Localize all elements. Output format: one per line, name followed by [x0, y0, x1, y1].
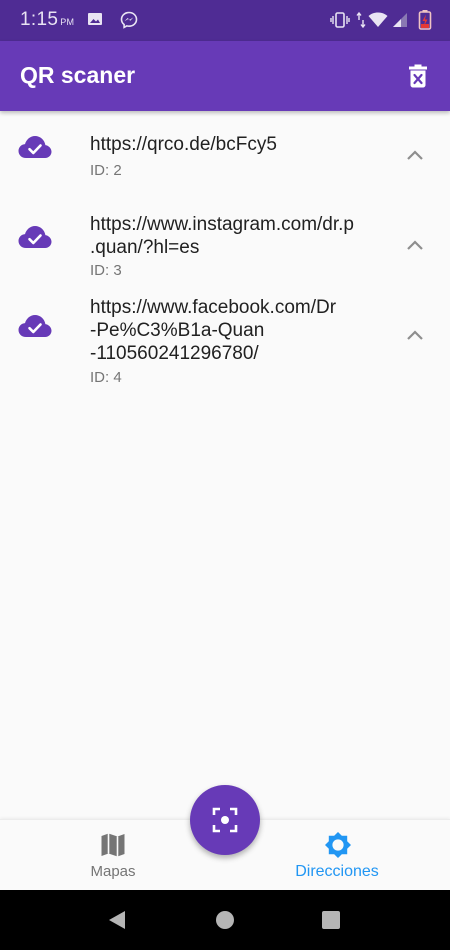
chevron-up-icon[interactable]	[404, 325, 426, 347]
brightness-icon	[325, 832, 351, 858]
home-icon[interactable]	[214, 909, 236, 931]
status-time-ampm: PM	[60, 17, 75, 27]
nav-item-direcciones[interactable]: Direcciones	[252, 820, 422, 891]
messenger-icon	[120, 11, 138, 29]
nav-label-direcciones: Direcciones	[295, 863, 379, 880]
scan-id: ID: 3	[90, 262, 122, 279]
battery-charging-icon	[418, 10, 432, 30]
chevron-up-icon[interactable]	[404, 145, 426, 167]
app-title: QR scaner	[20, 62, 136, 88]
system-navigation-bar	[0, 890, 450, 950]
wifi-icon	[368, 12, 388, 27]
scan-url: https://qrco.de/bcFcy5	[90, 134, 277, 155]
scan-id: ID: 2	[90, 162, 122, 179]
image-icon	[88, 13, 102, 25]
cloud-check-icon	[18, 315, 52, 337]
data-arrows-icon	[356, 11, 366, 29]
scan-list-item[interactable]: https://qrco.de/bcFcy5 ID: 2	[0, 111, 450, 191]
status-bar: 1:15 PM	[0, 0, 450, 41]
scan-qr-fab[interactable]	[190, 785, 260, 855]
vibrate-icon	[330, 12, 350, 28]
scan-id: ID: 4	[90, 369, 122, 386]
app-bar: QR scaner	[0, 41, 450, 111]
cloud-check-icon	[18, 226, 52, 248]
signal-icon	[393, 13, 407, 27]
delete-all-button[interactable]	[404, 62, 432, 90]
status-time: 1:15 PM	[20, 9, 74, 31]
nav-label-mapas: Mapas	[90, 863, 136, 880]
recents-icon[interactable]	[320, 909, 342, 931]
scan-list-item[interactable]: https://www.facebook.com/Dr -Pe%C3%B1a-Q…	[0, 289, 450, 389]
back-icon[interactable]	[106, 909, 128, 931]
scan-url: https://www.facebook.com/Dr -Pe%C3%B1a-Q…	[90, 297, 337, 364]
cloud-check-icon	[18, 136, 52, 158]
scan-list-item[interactable]: https://www.instagram.com/dr.p .quan/?hl…	[0, 205, 450, 285]
status-time-value: 1:15	[20, 9, 59, 30]
map-icon	[101, 833, 125, 857]
nav-item-mapas[interactable]: Mapas	[28, 820, 198, 891]
scan-url: https://www.instagram.com/dr.p .quan/?hl…	[90, 214, 354, 258]
chevron-up-icon[interactable]	[404, 235, 426, 257]
qr-scan-icon	[212, 807, 238, 833]
delete-all-icon	[409, 64, 427, 88]
